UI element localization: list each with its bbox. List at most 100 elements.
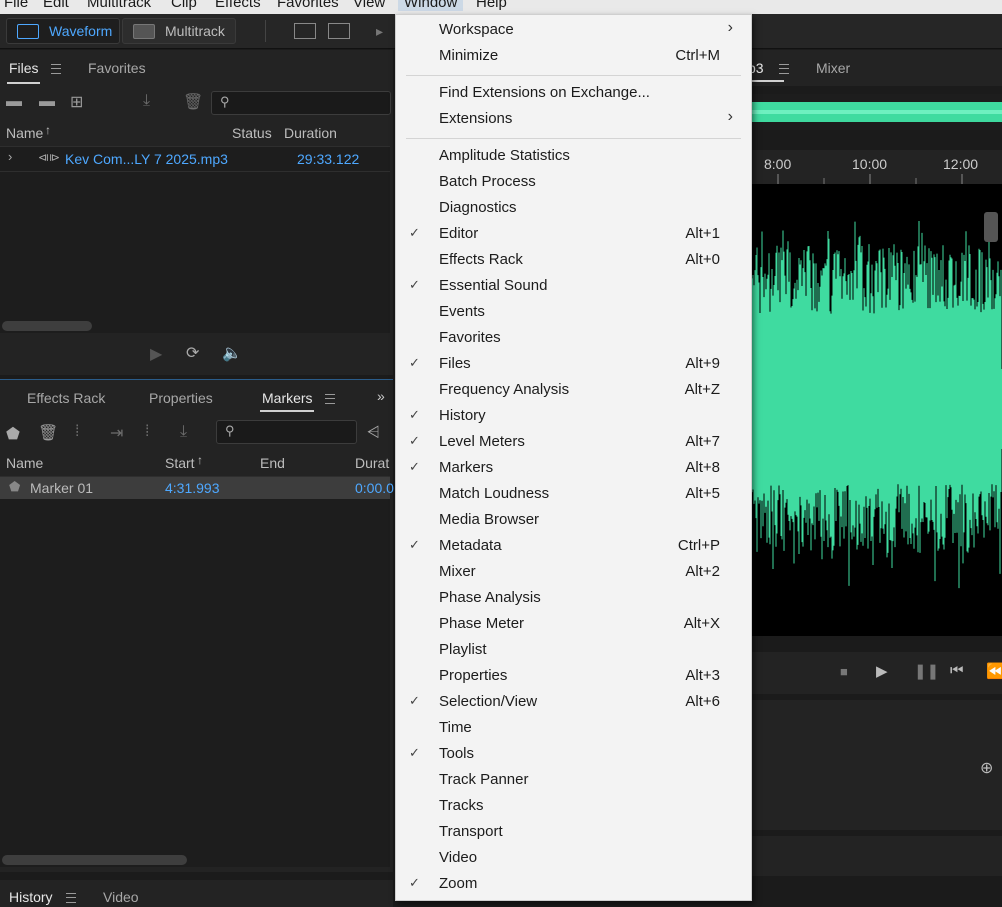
waveform-display[interactable] <box>751 184 1002 636</box>
menu-help[interactable]: Help <box>476 0 507 11</box>
menu-item-files[interactable]: ✓ Files Alt+9 <box>396 352 751 378</box>
new-file-icon[interactable]: ⊞ <box>70 92 83 112</box>
files-panel-menu-icon[interactable] <box>51 64 61 74</box>
insert-playlist-icon[interactable]: ⤓ <box>180 423 187 441</box>
menu-item-events[interactable]: Events <box>396 300 751 326</box>
play-preview-icon[interactable]: ▶ <box>150 344 162 364</box>
tab-effects-rack[interactable]: Effects Rack <box>27 390 105 406</box>
menu-item-batch-process[interactable]: Batch Process <box>396 170 751 196</box>
menu-item-amplitude-statistics[interactable]: Amplitude Statistics <box>396 144 751 170</box>
more-tabs-icon[interactable]: » <box>377 388 385 404</box>
insert-icon[interactable]: ⤓ <box>143 92 150 110</box>
export-markers-icon[interactable]: ⁞ <box>145 423 149 441</box>
tab-video[interactable]: Video <box>103 889 139 905</box>
waveform-overview[interactable] <box>752 94 1002 130</box>
spectral-display-icon[interactable] <box>294 23 316 39</box>
menu-item-mixer[interactable]: Mixer Alt+2 <box>396 560 751 586</box>
merge-markers-icon[interactable]: ⁞ <box>75 423 79 441</box>
menu-item-time[interactable]: Time <box>396 716 751 742</box>
menu-multitrack[interactable]: Multitrack <box>87 0 151 11</box>
files-search-input[interactable]: ⚲ <box>211 91 391 115</box>
menu-view[interactable]: View <box>353 0 385 11</box>
table-row[interactable]: ⬟ Marker 01 4:31.993 0:00.0 <box>0 477 394 499</box>
multitrack-mode-button[interactable]: Multitrack <box>122 18 236 44</box>
menu-item-media-browser[interactable]: Media Browser <box>396 508 751 534</box>
delete-file-icon[interactable]: 🗑 <box>183 92 203 112</box>
menu-item-track-panner[interactable]: Track Panner <box>396 768 751 794</box>
menu-file[interactable]: File <box>4 0 28 11</box>
import-file-icon[interactable]: ▬ <box>39 93 55 111</box>
menu-edit[interactable]: Edit <box>43 0 69 11</box>
tab-markers[interactable]: Markers <box>262 390 313 406</box>
pause-icon[interactable]: ❚❚ <box>914 662 939 680</box>
menu-item-workspace[interactable]: Workspace › <box>396 18 751 44</box>
column-name[interactable]: Name <box>6 125 43 141</box>
menu-item-properties[interactable]: Properties Alt+3 <box>396 664 751 690</box>
menu-item-transport[interactable]: Transport <box>396 820 751 846</box>
menu-clip[interactable]: Clip <box>171 0 197 11</box>
menu-item-match-loudness[interactable]: Match Loudness Alt+5 <box>396 482 751 508</box>
list-item[interactable]: › ⧏⧐ Kev Com...LY 7 2025.mp3 29:33.122 <box>0 147 390 172</box>
menu-item-essential-sound[interactable]: ✓ Essential Sound <box>396 274 751 300</box>
insert-marker-icon[interactable]: ⇥ <box>110 423 123 443</box>
filter-markers-icon[interactable]: ⩤ <box>367 424 380 442</box>
waveform-mode-button[interactable]: Waveform <box>6 18 120 44</box>
previous-icon[interactable]: ⏮ <box>950 662 964 679</box>
stop-icon[interactable]: ■ <box>840 664 848 679</box>
menu-item-editor[interactable]: ✓ Editor Alt+1 <box>396 222 751 248</box>
tab-history[interactable]: History <box>9 889 53 905</box>
pitch-display-icon[interactable] <box>328 23 350 39</box>
menu-item-phase-analysis[interactable]: Phase Analysis <box>396 586 751 612</box>
files-horizontal-scrollbar[interactable] <box>2 321 92 331</box>
auto-play-icon[interactable]: 🔈 <box>222 343 242 363</box>
menu-item-extensions[interactable]: Extensions › <box>396 107 751 133</box>
column-start[interactable]: Start <box>165 455 195 471</box>
column-duration[interactable]: Duration <box>284 125 337 141</box>
menu-item-markers[interactable]: ✓ Markers Alt+8 <box>396 456 751 482</box>
move-tool-icon[interactable]: ▸ <box>376 23 383 40</box>
ruler-label-1: 10:00 <box>852 156 888 172</box>
menu-item-selection-view[interactable]: ✓ Selection/View Alt+6 <box>396 690 751 716</box>
add-marker-icon[interactable]: ⬟ <box>6 424 20 444</box>
column-status[interactable]: Status <box>232 125 272 141</box>
tab-properties[interactable]: Properties <box>149 390 213 406</box>
menu-item-favorites[interactable]: Favorites <box>396 326 751 352</box>
menu-item-tools[interactable]: ✓ Tools <box>396 742 751 768</box>
delete-marker-icon[interactable]: 🗑 <box>38 423 58 443</box>
menu-item-tracks[interactable]: Tracks <box>396 794 751 820</box>
rewind-icon[interactable]: ⏪ <box>986 662 1002 680</box>
menu-favorites[interactable]: Favorites <box>277 0 339 11</box>
menu-item-playlist[interactable]: Playlist <box>396 638 751 664</box>
menu-item-effects-rack[interactable]: Effects Rack Alt+0 <box>396 248 751 274</box>
markers-horizontal-scrollbar[interactable] <box>2 855 187 865</box>
menu-item-phase-meter[interactable]: Phase Meter Alt+X <box>396 612 751 638</box>
column-end[interactable]: End <box>260 455 285 471</box>
menu-item-frequency-analysis[interactable]: Frequency Analysis Alt+Z <box>396 378 751 404</box>
column-name[interactable]: Name <box>6 455 43 471</box>
menu-item-video[interactable]: Video <box>396 846 751 872</box>
play-icon[interactable]: ▶ <box>876 662 888 680</box>
history-panel-menu-icon[interactable] <box>66 893 76 903</box>
tab-favorites[interactable]: Favorites <box>88 60 146 76</box>
scroll-handle[interactable] <box>984 212 998 242</box>
time-ruler[interactable]: 8:00 10:00 12:00 <box>752 150 1002 184</box>
menu-item-minimize[interactable]: Minimize Ctrl+M <box>396 44 751 70</box>
loop-preview-icon[interactable]: ⟳ <box>186 343 199 363</box>
menu-item-history[interactable]: ✓ History <box>396 404 751 430</box>
editor-panel-menu-icon[interactable] <box>779 64 789 74</box>
menu-item-diagnostics[interactable]: Diagnostics <box>396 196 751 222</box>
open-file-icon[interactable]: ▬ <box>6 93 22 111</box>
tab-mixer[interactable]: Mixer <box>816 60 850 76</box>
expand-chevron-icon[interactable]: › <box>8 149 12 164</box>
column-duration[interactable]: Durat <box>355 455 389 471</box>
menu-effects[interactable]: Effects <box>215 0 261 11</box>
tab-files[interactable]: Files <box>9 60 39 76</box>
menu-item-zoom[interactable]: ✓ Zoom <box>396 872 751 898</box>
zoom-in-icon[interactable]: ⊕ <box>980 758 993 778</box>
menu-item-level-meters[interactable]: ✓ Level Meters Alt+7 <box>396 430 751 456</box>
markers-panel-menu-icon[interactable] <box>325 394 335 404</box>
menu-item-metadata[interactable]: ✓ Metadata Ctrl+P <box>396 534 751 560</box>
menu-window[interactable]: Window <box>398 0 464 11</box>
markers-search-input[interactable]: ⚲ <box>216 420 357 444</box>
menu-item-find-extensions-on-exchange[interactable]: Find Extensions on Exchange... <box>396 81 751 107</box>
